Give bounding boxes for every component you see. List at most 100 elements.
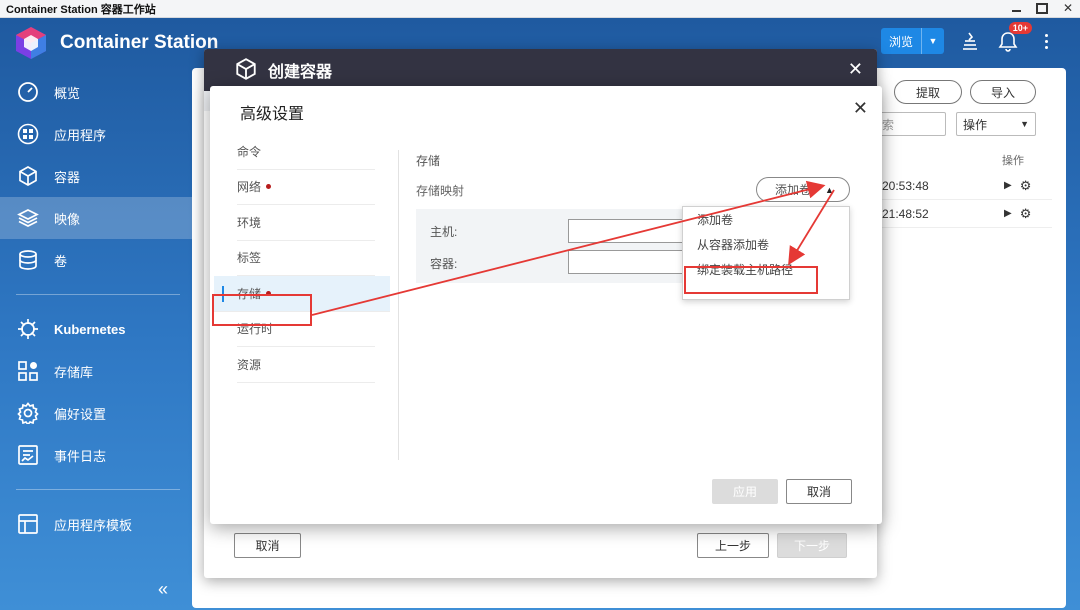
- settings-tab-label: 标签: [237, 251, 262, 266]
- next-step-label: 下一步: [793, 539, 830, 553]
- browse-button[interactable]: 浏览 ▼: [880, 28, 944, 54]
- operations-select[interactable]: 操作 ▼: [956, 112, 1036, 136]
- sidebar-item-label: 存储库: [54, 364, 94, 380]
- column-header-operations: 操作: [1002, 155, 1024, 167]
- sidebar-item-applications[interactable]: 应用程序: [0, 113, 192, 155]
- pull-label: 提取: [915, 85, 940, 100]
- next-step-button[interactable]: 下一步: [777, 533, 847, 558]
- stack-icon[interactable]: [958, 28, 982, 54]
- notification-bell-icon[interactable]: 10+: [996, 22, 1032, 54]
- sidebar-item-repository[interactable]: 存储库: [0, 350, 192, 392]
- add-volume-button[interactable]: 添加卷 ▲: [756, 177, 850, 202]
- create-dialog-title: 创建容器: [268, 64, 333, 81]
- app-name: Container Station: [60, 32, 219, 53]
- minimize-icon[interactable]: [1010, 1, 1022, 15]
- window-title: Container Station 容器工作站: [6, 3, 156, 16]
- sidebar-divider: [16, 294, 180, 295]
- sidebar-divider: [16, 489, 180, 490]
- sidebar-item-label: 容器: [54, 169, 81, 185]
- section-title: 存储: [416, 154, 441, 168]
- event-log-icon: [16, 443, 40, 467]
- sidebar-item-app-templates[interactable]: 应用程序模板: [0, 503, 192, 545]
- sidebar-item-label: 偏好设置: [54, 406, 107, 422]
- settings-tab-label: 资源: [237, 357, 262, 372]
- sidebar-item-containers[interactable]: 容器: [0, 155, 192, 197]
- host-path-input[interactable]: [568, 219, 684, 243]
- template-icon: [16, 512, 40, 536]
- browse-dropdown-icon[interactable]: ▼: [922, 28, 944, 54]
- row-time: 21:48:52: [882, 206, 929, 221]
- chevron-up-icon: ▲: [825, 184, 834, 195]
- sidebar-item-label: 事件日志: [54, 448, 107, 464]
- layers-icon: [16, 206, 40, 230]
- apply-label: 应用: [732, 485, 757, 499]
- settings-tab-command[interactable]: 命令: [237, 134, 375, 170]
- menu-item-add-volume-from-container[interactable]: 从容器添加卷: [683, 232, 849, 257]
- sidebar-item-event-log[interactable]: 事件日志: [0, 434, 192, 476]
- search-input[interactable]: 索: [878, 112, 946, 136]
- pull-button[interactable]: 提取: [894, 80, 962, 104]
- window-controls: ✕: [1010, 1, 1074, 15]
- settings-tab-labels[interactable]: 标签: [237, 241, 375, 276]
- sidebar-item-label: 概览: [54, 85, 81, 101]
- apps-grid-icon: [16, 122, 40, 146]
- settings-tab-environment[interactable]: 环境: [237, 205, 375, 241]
- cancel-label: 取消: [255, 539, 280, 553]
- sidebar: 概览 应用程序 容器 映像 卷 Kubernetes 存储库 偏好设置 事件日志…: [0, 71, 192, 610]
- previous-step-button[interactable]: 上一步: [697, 533, 769, 558]
- maximize-icon[interactable]: [1036, 1, 1048, 15]
- gear-icon[interactable]: ⚙: [1020, 178, 1032, 194]
- gear-icon[interactable]: ⚙: [1020, 206, 1032, 222]
- settings-tab-label: 环境: [237, 215, 262, 230]
- sidebar-item-kubernetes[interactable]: Kubernetes: [0, 308, 192, 350]
- sidebar-item-label: 卷: [54, 253, 68, 269]
- table-row[interactable]: 21:48:52 ▶ ⚙: [882, 200, 1052, 228]
- container-label: 容器:: [430, 257, 458, 271]
- cancel-button[interactable]: 取消: [234, 533, 301, 558]
- cancel-label: 取消: [806, 485, 831, 499]
- modified-indicator: [266, 184, 272, 190]
- helm-wheel-icon: [16, 317, 40, 341]
- panel-divider: [398, 150, 399, 460]
- sidebar-item-preferences[interactable]: 偏好设置: [0, 392, 192, 434]
- play-icon[interactable]: ▶: [1004, 180, 1012, 191]
- menu-item-label: 添加卷: [697, 213, 734, 227]
- more-options-icon[interactable]: [1034, 28, 1058, 54]
- table-row[interactable]: 20:53:48 ▶ ⚙: [882, 172, 1052, 200]
- settings-tab-network[interactable]: 网络: [237, 170, 375, 205]
- host-label: 主机:: [430, 225, 458, 239]
- top-toolbar: 浏览 ▼ 10+: [880, 22, 1058, 54]
- browse-label: 浏览: [881, 28, 922, 54]
- repository-icon: [16, 359, 40, 383]
- add-volume-label: 添加卷: [775, 183, 812, 197]
- menu-item-label: 从容器添加卷: [697, 238, 770, 252]
- sidebar-item-images[interactable]: 映像: [0, 197, 192, 239]
- annotation-highlight-storage: [212, 294, 312, 326]
- cancel-button[interactable]: 取消: [786, 479, 852, 504]
- dialog-title: 高级设置: [240, 106, 305, 123]
- window-titlebar: Container Station 容器工作站 ✕: [0, 0, 1080, 18]
- annotation-highlight-bind-mount: [684, 266, 818, 294]
- container-station-logo-icon: [14, 26, 48, 60]
- close-window-icon[interactable]: ✕: [1062, 1, 1074, 15]
- cube-icon: [16, 164, 40, 188]
- play-icon[interactable]: ▶: [1004, 208, 1012, 219]
- chevron-down-icon: ▼: [1020, 119, 1029, 129]
- close-icon[interactable]: ✕: [853, 98, 868, 119]
- sidebar-item-label: 应用程序模板: [54, 517, 133, 533]
- apply-button[interactable]: 应用: [712, 479, 778, 504]
- speedometer-icon: [16, 80, 40, 104]
- import-button[interactable]: 导入: [970, 80, 1036, 104]
- settings-tab-label: 命令: [237, 144, 262, 159]
- container-path-input[interactable]: [568, 250, 684, 274]
- menu-item-add-volume[interactable]: 添加卷: [683, 207, 849, 232]
- search-placeholder: 索: [882, 117, 895, 132]
- double-chevron-left-icon[interactable]: «: [158, 579, 168, 600]
- sidebar-item-volumes[interactable]: 卷: [0, 239, 192, 281]
- close-icon[interactable]: ✕: [848, 59, 863, 80]
- sidebar-item-label: 应用程序: [54, 127, 107, 143]
- storage-mapping-row: 主机: 容器:: [416, 209, 684, 283]
- settings-tab-resources[interactable]: 资源: [237, 347, 375, 383]
- notification-badge: 10+: [1008, 22, 1032, 34]
- sidebar-item-overview[interactable]: 概览: [0, 71, 192, 113]
